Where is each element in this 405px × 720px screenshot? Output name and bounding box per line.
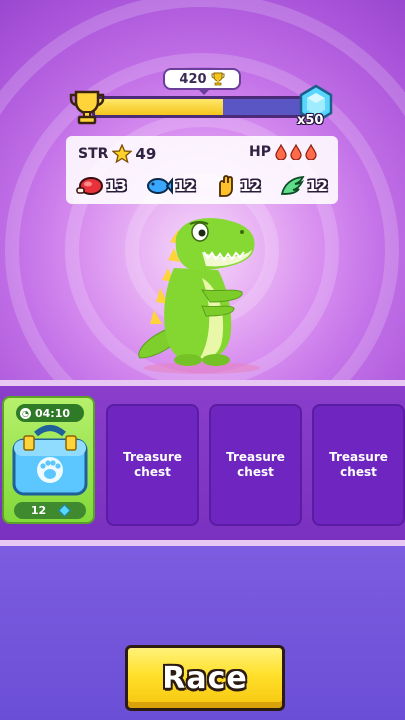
hp-drop-icon <box>275 144 287 160</box>
wing-value: 12 <box>307 177 328 195</box>
chest-slot-label: Treasure chest <box>329 450 388 479</box>
trophy-icon <box>211 72 225 86</box>
chest-timer-value: 04:10 <box>35 406 71 420</box>
small-gem-icon <box>58 504 72 517</box>
chest-slot-active[interactable]: ◔ 04:10 12 <box>2 396 95 524</box>
chest-slot-label: Treasure chest <box>226 450 285 479</box>
hp-drop-icon <box>290 144 302 160</box>
meat-icon <box>76 177 103 195</box>
str-value: 49 <box>135 145 157 163</box>
meat-stat: 13 <box>76 175 127 197</box>
fish-stat: 12 <box>145 175 196 197</box>
trophy-progress-fill <box>95 99 224 115</box>
dinosaur-character[interactable] <box>130 208 270 376</box>
str-label: STR <box>78 146 109 162</box>
hp-label: HP <box>249 144 271 160</box>
fish-icon <box>147 177 174 195</box>
hp-drop-icon <box>305 144 317 160</box>
star-icon <box>112 144 133 164</box>
race-button[interactable]: Race <box>125 645 285 711</box>
unlock-cost: 12 <box>14 502 86 519</box>
clock-icon: ◔ <box>20 407 31 419</box>
chest-slot-empty[interactable]: Treasure chest <box>106 404 199 526</box>
wing-stat: 12 <box>279 175 328 197</box>
pet-chest-icon <box>12 425 88 496</box>
chest-slot-empty[interactable]: Treasure chest <box>209 404 302 526</box>
glove-icon <box>219 175 233 197</box>
trophy-count: 420 <box>179 71 207 87</box>
glove-value: 12 <box>240 177 261 195</box>
chest-slot-label: Treasure chest <box>123 450 182 479</box>
trophy-progress-bar <box>92 96 312 118</box>
gem-count: x50 <box>297 113 324 128</box>
unlock-cost-value: 12 <box>30 504 47 517</box>
chest-timer: ◔ 04:10 <box>16 404 84 422</box>
race-button-label: Race <box>162 660 248 696</box>
glove-stat: 12 <box>214 174 261 198</box>
chest-slot-empty[interactable]: Treasure chest <box>312 404 405 526</box>
trophy-cup-icon <box>69 90 105 125</box>
dino-stats-panel: STR 49 HP 13 12 12 12 <box>66 136 338 204</box>
wing-icon <box>280 175 305 195</box>
fish-value: 12 <box>175 177 196 195</box>
meat-value: 13 <box>106 177 127 195</box>
trophy-count-pill: 420 <box>163 68 241 95</box>
